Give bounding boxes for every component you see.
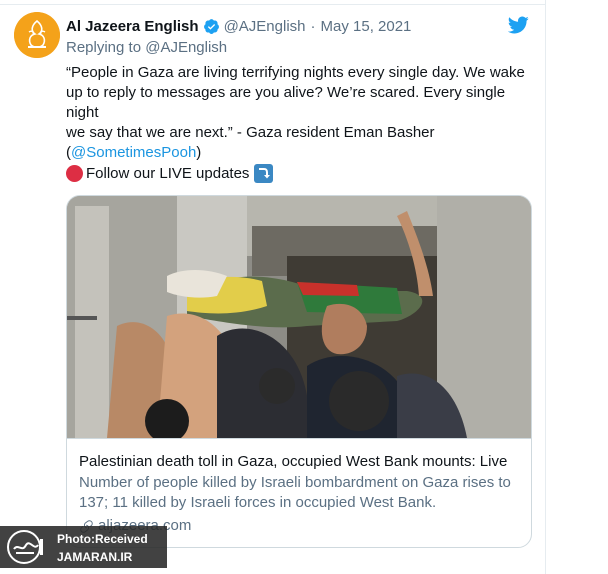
watermark-line2: JAMARAN.IR: [57, 550, 133, 564]
link-card-title[interactable]: Palestinian death toll in Gaza, occupied…: [79, 452, 519, 472]
tweet-header: Al Jazeera English @AJEnglish · May 15, …: [66, 16, 411, 36]
tweet-date[interactable]: May 15, 2021: [321, 18, 412, 35]
tweet-card: Al Jazeera English @AJEnglish · May 15, …: [0, 0, 546, 574]
replying-to: Replying to @AJEnglish: [66, 39, 227, 56]
mention-link[interactable]: @SometimesPooh: [71, 144, 196, 161]
tweet-text: “People in Gaza are living terrifying ni…: [66, 63, 536, 163]
link-card-description: Number of people killed by Israeli bomba…: [79, 474, 511, 511]
divider: [0, 4, 546, 5]
live-updates-text: Follow our LIVE updates: [86, 164, 250, 182]
replying-to-handle[interactable]: @AJEnglish: [145, 39, 227, 56]
verified-badge-icon: [203, 18, 219, 34]
jamaran-logo-icon: [7, 530, 43, 564]
separator-dot: ·: [310, 17, 316, 35]
photo-credit-watermark: Photo:Received JAMARAN.IR: [0, 526, 167, 568]
replying-prefix: Replying to: [66, 39, 146, 56]
tweet-text-line: up to reply to messages are you alive? W…: [66, 84, 506, 121]
watermark-line1: Photo:Received: [57, 532, 148, 546]
tweet-text-line: “People in Gaza are living terrifying ni…: [66, 64, 525, 81]
paren-close: ): [196, 144, 202, 161]
avatar[interactable]: [14, 12, 60, 58]
live-updates-line: Follow our LIVE updates: [66, 162, 274, 184]
right-arrow-curving-down-emoji: [254, 163, 274, 183]
link-preview-card[interactable]: Palestinian death toll in Gaza, occupied…: [66, 195, 532, 548]
tweet-text-line: we say that we are next.” - Gaza residen…: [66, 124, 435, 141]
news-photo[interactable]: [67, 196, 531, 438]
user-handle[interactable]: @AJEnglish: [224, 18, 306, 35]
tweet-text-line: (@SometimesPooh): [66, 143, 536, 163]
twitter-bird-icon[interactable]: [506, 14, 530, 36]
display-name[interactable]: Al Jazeera English: [66, 18, 199, 35]
red-circle-emoji: [66, 164, 83, 182]
